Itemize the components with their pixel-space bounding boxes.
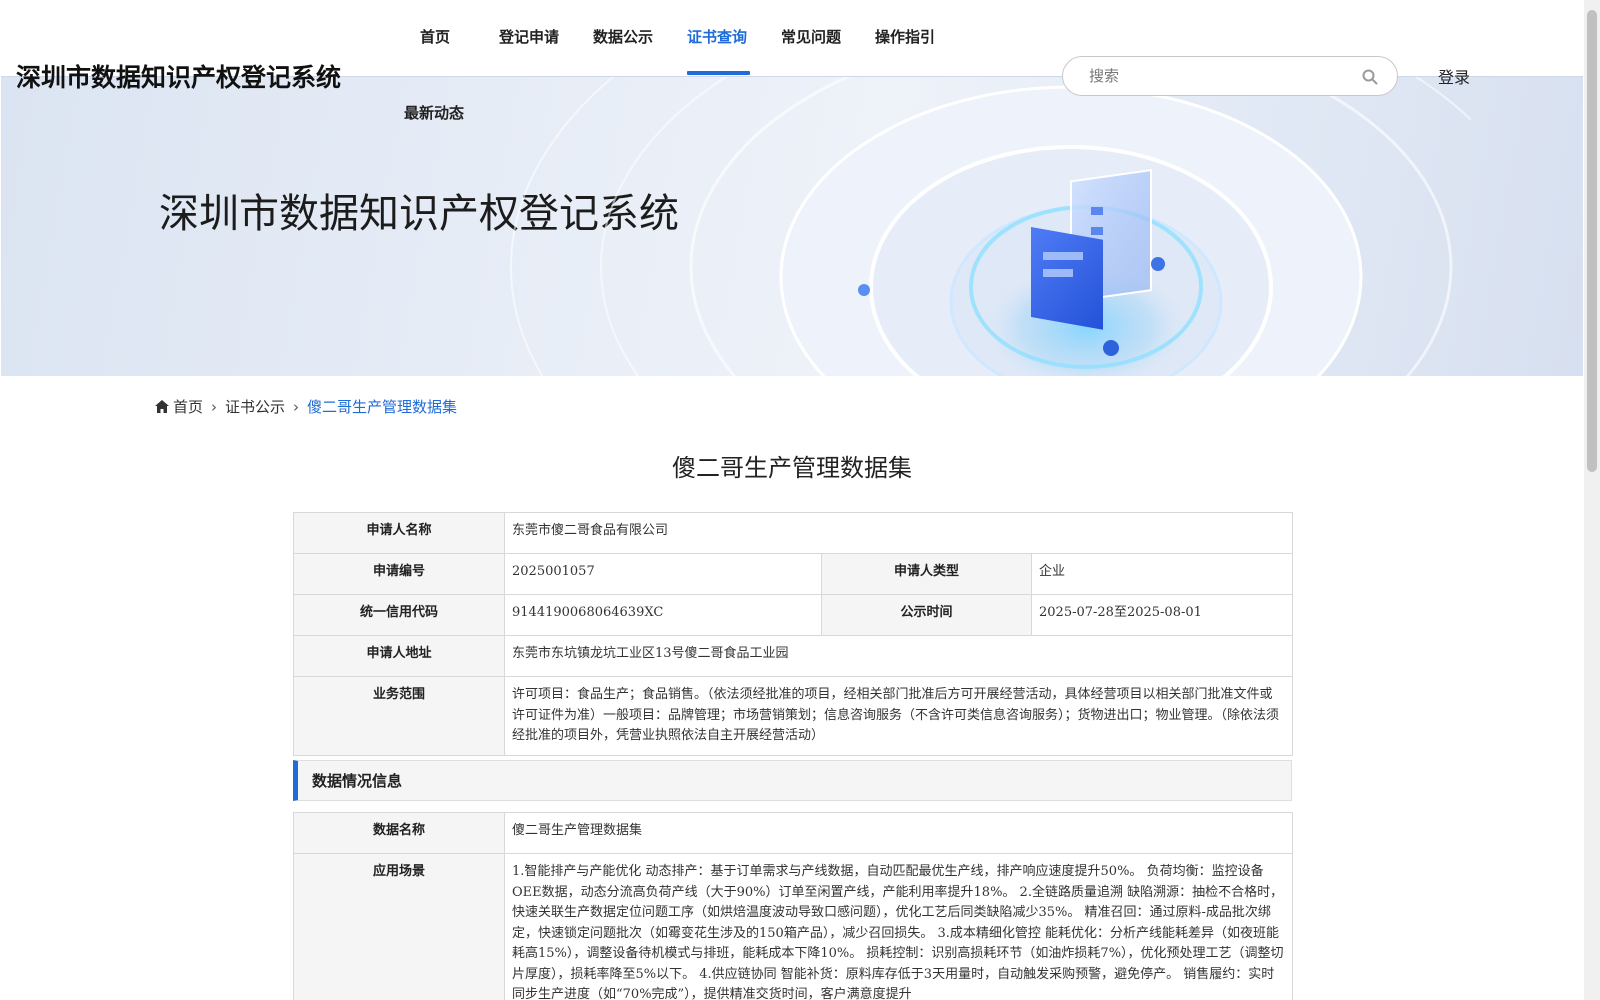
application-scenario-label: 应用场景: [293, 853, 505, 1000]
table-row: 应用场景 1.智能排产与产能优化 动态排产：基于订单需求与产线数据，自动匹配最优…: [293, 853, 1293, 1000]
nav-active-underline: [687, 71, 750, 75]
home-icon: [155, 400, 169, 413]
nav-data-publicity[interactable]: 数据公示: [593, 26, 653, 47]
publicity-time-value: 2025-07-28至2025-08-01: [1030, 594, 1294, 636]
applicant-address-label: 申请人地址: [293, 635, 505, 677]
data-name-label: 数据名称: [293, 812, 505, 854]
data-info-section-header: 数据情况信息: [293, 760, 1292, 801]
table-row: 申请编号 2025001057 申请人类型 企业: [293, 553, 1294, 595]
chevron-right-icon: ›: [211, 397, 218, 416]
search-icon[interactable]: [1361, 68, 1379, 86]
applicant-address-value: 东莞市东坑镇龙坑工业区13号傻二哥食品工业园: [503, 635, 1294, 677]
table-row: 统一信用代码 9144190068064639XC 公示时间 2025-07-2…: [293, 594, 1294, 636]
data-name-value: 傻二哥生产管理数据集: [504, 812, 1293, 854]
application-number-label: 申请编号: [293, 553, 505, 595]
data-info-table: 数据名称 傻二哥生产管理数据集 应用场景 1.智能排产与产能优化 动态排产：基于…: [293, 812, 1293, 1000]
breadcrumb: 首页 › 证书公示 › 傻二哥生产管理数据集: [155, 396, 457, 417]
nav-guide[interactable]: 操作指引: [875, 26, 935, 47]
search-box: [1062, 56, 1398, 96]
scrollbar-thumb[interactable]: [1587, 10, 1597, 472]
table-row: 申请人地址 东莞市东坑镇龙坑工业区13号傻二哥食品工业园: [293, 635, 1294, 677]
breadcrumb-home[interactable]: 首页: [173, 396, 203, 417]
nav-home[interactable]: 首页: [420, 26, 450, 47]
nav-latest-news[interactable]: 最新动态: [404, 102, 464, 123]
nav-faq[interactable]: 常见问题: [781, 26, 841, 47]
business-scope-label: 业务范围: [293, 676, 505, 756]
business-scope-value: 许可项目：食品生产；食品销售。（依法须经批准的项目，经相关部门批准后方可开展经营…: [503, 676, 1294, 756]
breadcrumb-certificate-publicity[interactable]: 证书公示: [225, 396, 285, 417]
main-nav: 首页 登记申请 数据公示 证书查询 常见问题 操作指引 最新动态: [400, 0, 980, 130]
login-link[interactable]: 登录: [1438, 64, 1470, 88]
publicity-time-label: 公示时间: [821, 594, 1032, 636]
applicant-name-value: 东莞市傻二哥食品有限公司: [503, 512, 1294, 554]
application-number-value: 2025001057: [504, 553, 822, 595]
applicant-type-label: 申请人类型: [821, 553, 1032, 595]
applicant-name-label: 申请人名称: [293, 512, 505, 554]
applicant-type-value: 企业: [1030, 553, 1294, 595]
nav-registration[interactable]: 登记申请: [499, 26, 559, 47]
table-row: 业务范围 许可项目：食品生产；食品销售。（依法须经批准的项目，经相关部门批准后方…: [293, 676, 1294, 756]
table-row: 申请人名称 东莞市傻二哥食品有限公司: [293, 512, 1294, 554]
applicant-info-table: 申请人名称 东莞市傻二哥食品有限公司 申请编号 2025001057 申请人类型…: [293, 512, 1294, 756]
site-title: 深圳市数据知识产权登记系统: [16, 63, 342, 92]
chevron-right-icon: ›: [293, 397, 300, 416]
page-title: 傻二哥生产管理数据集: [672, 454, 912, 482]
page-scrollbar[interactable]: [1584, 0, 1600, 1000]
credit-code-label: 统一信用代码: [293, 594, 505, 636]
search-input[interactable]: [1089, 67, 1349, 85]
table-row: 数据名称 傻二哥生产管理数据集: [293, 812, 1293, 854]
application-scenario-value: 1.智能排产与产能优化 动态排产：基于订单需求与产线数据，自动匹配最优生产线，排…: [504, 853, 1293, 1000]
nav-certificate-query[interactable]: 证书查询: [687, 26, 747, 47]
credit-code-value: 9144190068064639XC: [504, 594, 822, 636]
breadcrumb-current: 傻二哥生产管理数据集: [307, 398, 458, 416]
